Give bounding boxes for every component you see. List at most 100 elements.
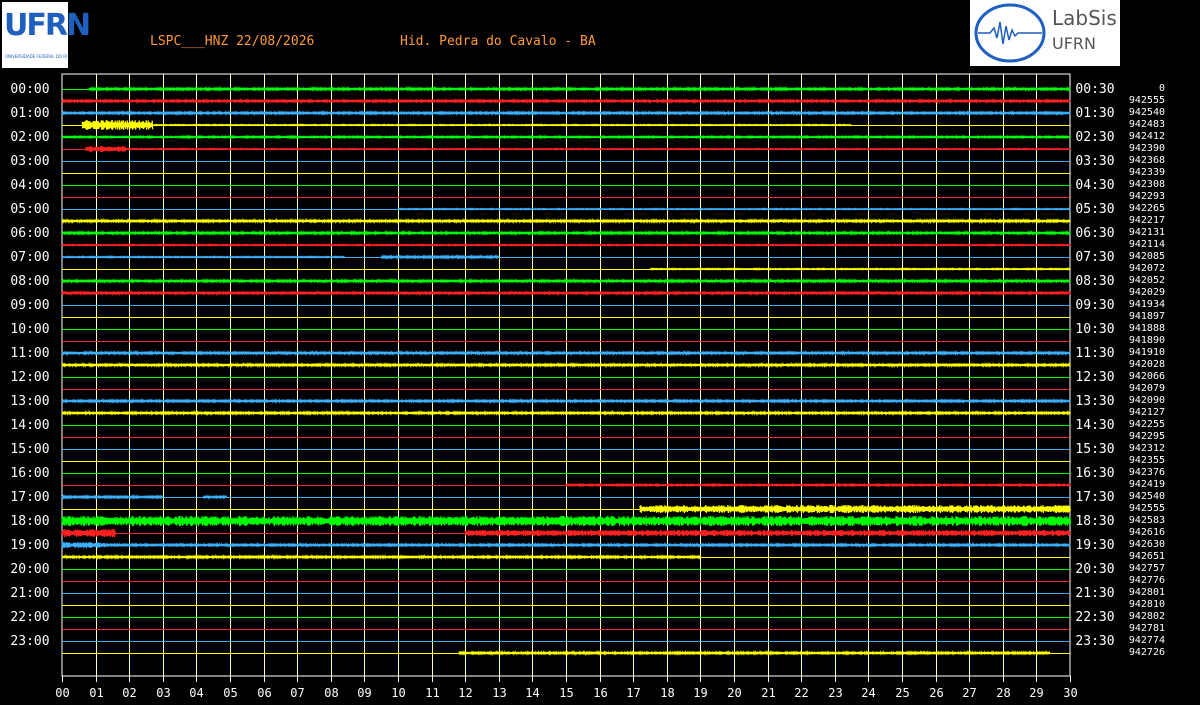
seismic-trace [61, 277, 1071, 285]
row-count-value: 941890 [1129, 335, 1165, 346]
row-count-value: 942114 [1129, 239, 1165, 250]
x-tick-label: 27 [962, 686, 976, 700]
row-count-value: 942339 [1129, 167, 1165, 178]
ufrn-logo-text: UFRN [4, 8, 91, 43]
left-time-label: 01:00 [10, 106, 49, 121]
seismic-trace [202, 494, 228, 500]
left-time-label: 06:00 [10, 226, 49, 241]
seismic-trace [61, 541, 107, 549]
right-time-label: 09:30 [1075, 298, 1114, 313]
right-time-label: 22:30 [1075, 610, 1114, 625]
x-tick-label: 21 [761, 686, 775, 700]
left-time-label: 08:00 [10, 274, 49, 289]
right-time-label: 14:30 [1075, 418, 1114, 433]
row-count-value: 942801 [1129, 587, 1165, 598]
row-count-value: 942412 [1129, 131, 1165, 142]
row-count-value: 942295 [1129, 431, 1165, 442]
x-tick-label: 17 [626, 686, 640, 700]
right-time-label: 11:30 [1075, 346, 1114, 361]
seismic-trace [464, 529, 1071, 537]
row-count-value: 942376 [1129, 467, 1165, 478]
x-tick-label: 03 [156, 686, 170, 700]
row-count-value: 941934 [1129, 299, 1165, 310]
seismic-trace [61, 98, 1071, 104]
seismic-trace [61, 349, 1071, 357]
x-tick-label: 20 [727, 686, 741, 700]
row-count-value: 942757 [1129, 563, 1165, 574]
row-count-value: 942419 [1129, 479, 1165, 490]
row-count-value: 941897 [1129, 311, 1165, 322]
x-tick-label: 15 [559, 686, 573, 700]
right-time-label: 20:30 [1075, 562, 1114, 577]
x-tick-label: 25 [895, 686, 909, 700]
left-time-label: 11:00 [10, 346, 49, 361]
row-count-value: 942255 [1129, 419, 1165, 430]
row-count-value: 942810 [1129, 599, 1165, 610]
seismic-trace [380, 254, 500, 260]
left-time-label: 17:00 [10, 490, 49, 505]
left-time-label: 02:00 [10, 130, 49, 145]
row-count-value: 942052 [1129, 275, 1165, 286]
left-time-label: 10:00 [10, 322, 49, 337]
row-count-value: 942583 [1129, 515, 1165, 526]
row-count-value: 942630 [1129, 539, 1165, 550]
right-time-label: 00:30 [1075, 82, 1114, 97]
station-header: LSPC___HNZ 22/08/2026 [150, 34, 315, 49]
x-tick-label: 18 [660, 686, 674, 700]
helicorder-chart: 00 01 02 03 04 05 06 07 08 09 10 11 12 13 14 15 16 17 18 19… [10, 73, 1165, 700]
x-tick-label: 22 [794, 686, 808, 700]
row-count-value: 942072 [1129, 263, 1165, 274]
left-time-label: 03:00 [10, 154, 49, 169]
right-time-label: 10:30 [1075, 322, 1114, 337]
row-count-value: 942355 [1129, 455, 1165, 466]
right-time-label: 15:30 [1075, 442, 1114, 457]
row-count-value: 942293 [1129, 191, 1165, 202]
row-count-value: 942028 [1129, 359, 1165, 370]
right-time-label: 17:30 [1075, 490, 1114, 505]
right-time-label: 01:30 [1075, 106, 1114, 121]
row-count-value: 942555 [1129, 95, 1165, 106]
x-tick-label: 30 [1063, 686, 1077, 700]
row-count-value: 942540 [1129, 107, 1165, 118]
left-time-label: 00:00 [10, 82, 49, 97]
seismic-trace [639, 504, 1071, 514]
row-count-value: 942312 [1129, 443, 1165, 454]
row-count-value: 942616 [1129, 527, 1165, 538]
seismic-trace [61, 494, 163, 500]
row-count-value: 942079 [1129, 383, 1165, 394]
row-count-value: 942726 [1129, 647, 1165, 658]
right-time-label: 13:30 [1075, 394, 1114, 409]
row-count-value: 942066 [1129, 371, 1165, 382]
ufrn-logo-subtext: UNIVERSIDADE FEDERAL DO RIO GRANDE DO NO… [5, 54, 67, 59]
row-count-value: 942774 [1129, 635, 1165, 646]
row-count-value: 942085 [1129, 251, 1165, 262]
left-time-label: 18:00 [10, 514, 49, 529]
seismic-trace [61, 217, 1071, 225]
left-time-label: 15:00 [10, 442, 49, 457]
left-time-label: 20:00 [10, 562, 49, 577]
x-tick-label: 14 [525, 686, 539, 700]
x-tick-label: 06 [257, 686, 271, 700]
left-time-label: 16:00 [10, 466, 49, 481]
row-count-value: 942090 [1129, 395, 1165, 406]
row-count-value: 942651 [1129, 551, 1165, 562]
right-time-label: 03:30 [1075, 154, 1114, 169]
left-time-label: 05:00 [10, 202, 49, 217]
x-tick-label: 13 [492, 686, 506, 700]
row-count-value: 942390 [1129, 143, 1165, 154]
x-tick-label: 26 [929, 686, 943, 700]
seismic-trace [61, 230, 1071, 236]
seismic-trace [61, 398, 1071, 404]
left-time-label: 12:00 [10, 370, 49, 385]
row-count-value: 942802 [1129, 611, 1165, 622]
right-time-label: 04:30 [1075, 178, 1114, 193]
x-tick-label: 11 [425, 686, 439, 700]
seismic-trace [61, 134, 1071, 140]
right-time-label: 08:30 [1075, 274, 1114, 289]
labsis-logo: LabSis UFRN [970, 0, 1120, 66]
seismic-trace [61, 255, 345, 259]
x-tick-label: 07 [290, 686, 304, 700]
left-time-label: 19:00 [10, 538, 49, 553]
row-count-value: 942540 [1129, 491, 1165, 502]
labsis-seismogram-icon [974, 3, 1046, 63]
